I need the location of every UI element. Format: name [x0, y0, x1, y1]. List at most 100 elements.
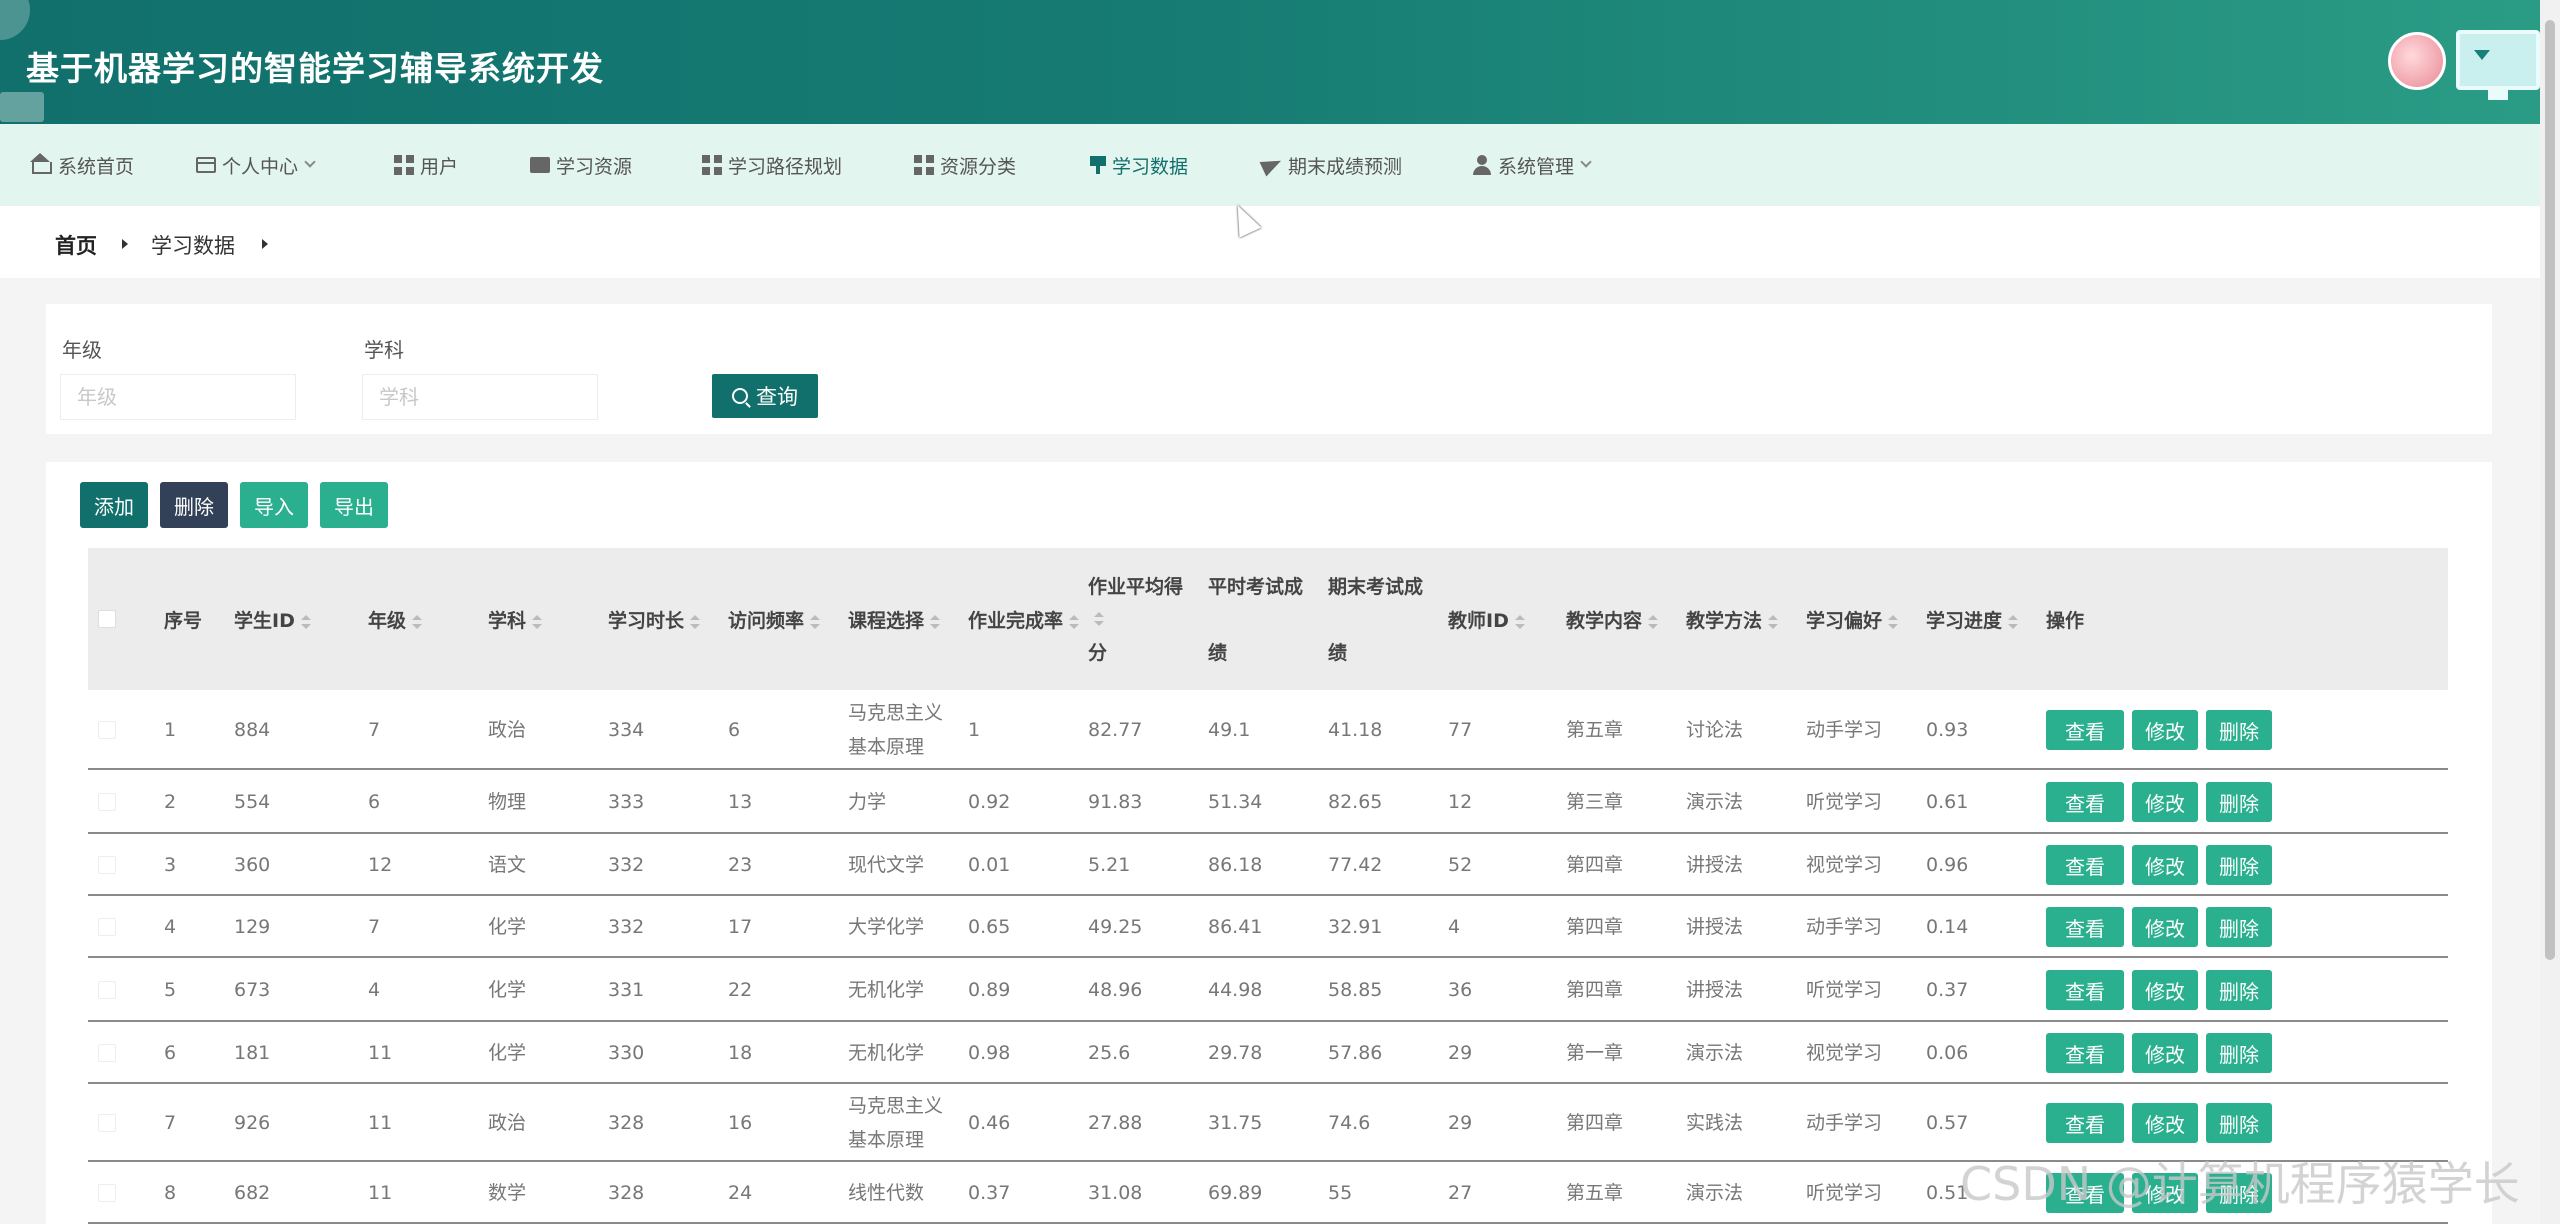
- sort-icon[interactable]: [1069, 614, 1080, 629]
- column-header-progress[interactable]: 学习进度: [1926, 606, 2019, 633]
- cell-final: 41.18: [1328, 719, 1383, 741]
- table-row[interactable]: 2 554 6 物理 333 13 力学 0.92 91.83 51.34 82.65 12 第三章 演示…: [88, 770, 2448, 834]
- column-header-student_id[interactable]: 学生ID: [234, 606, 311, 633]
- sort-icon[interactable]: [1888, 614, 1899, 629]
- column-header-grade[interactable]: 年级: [368, 606, 423, 633]
- cell-preference: 动手学习: [1806, 916, 1883, 938]
- sort-icon[interactable]: [930, 614, 941, 629]
- batch-delete-button[interactable]: 删除: [160, 482, 228, 528]
- cell-method: 讲授法: [1686, 916, 1744, 938]
- cell-progress: 0.96: [1926, 854, 1969, 876]
- row-checkbox[interactable]: [98, 721, 116, 739]
- delete-row-button[interactable]: 删除: [2206, 710, 2272, 750]
- column-header-subject[interactable]: 学科: [488, 606, 543, 633]
- edit-row-button[interactable]: 修改: [2132, 710, 2198, 750]
- edit-row-button[interactable]: 修改: [2132, 907, 2198, 947]
- edit-row-button[interactable]: 修改: [2132, 845, 2198, 885]
- sort-icon[interactable]: [810, 614, 821, 629]
- cell-method: 实践法: [1686, 1112, 1744, 1134]
- table-row[interactable]: 5 673 4 化学 331 22 无机化学 0.89 48.96 44.98 58.85 36 第四章…: [88, 958, 2448, 1022]
- sort-icon[interactable]: [1514, 614, 1525, 629]
- column-header-preference[interactable]: 学习偏好: [1806, 606, 1899, 633]
- sort-icon[interactable]: [1768, 614, 1779, 629]
- table-row[interactable]: 3 360 12 语文 332 23 现代文学 0.01 5.21 86.18 77.42 52 第四章…: [88, 834, 2448, 896]
- delete-row-button[interactable]: 删除: [2206, 1033, 2272, 1073]
- edit-row-button[interactable]: 修改: [2132, 970, 2198, 1010]
- column-header-label: 教学内容: [1566, 610, 1643, 632]
- column-header-hw_rate[interactable]: 作业完成率: [968, 606, 1080, 633]
- cell-hw-rate: 0.89: [968, 979, 1011, 1001]
- row-checkbox[interactable]: [98, 856, 116, 874]
- sort-icon[interactable]: [1648, 614, 1659, 629]
- delete-row-button[interactable]: 删除: [2206, 845, 2272, 885]
- nav-item-4[interactable]: 学习路径规划: [702, 124, 842, 206]
- table-row[interactable]: 1 884 7 政治 334 6 马克思主义 基本原理 1 82.77 49.1 41.18 77 第五章…: [88, 690, 2448, 770]
- column-header-label: 序号: [164, 610, 203, 632]
- view-row-button[interactable]: 查看: [2046, 845, 2124, 885]
- view-row-button[interactable]: 查看: [2046, 907, 2124, 947]
- select-all-checkbox[interactable]: [98, 610, 116, 628]
- delete-row-button[interactable]: 删除: [2206, 970, 2272, 1010]
- cell-progress: 0.14: [1926, 916, 1969, 938]
- sort-icon[interactable]: [412, 614, 423, 629]
- nav-item-8[interactable]: 系统管理: [1472, 124, 1592, 206]
- breadcrumb-current: 学习数据: [151, 234, 235, 258]
- column-header-teacher_id[interactable]: 教师ID: [1448, 606, 1525, 633]
- query-button[interactable]: 查询: [712, 374, 818, 418]
- sort-icon[interactable]: [2008, 614, 2019, 629]
- row-checkbox[interactable]: [98, 793, 116, 811]
- column-header-hw_avg[interactable]: 作业平均得: [1088, 572, 1183, 599]
- view-row-button[interactable]: 查看: [2046, 970, 2124, 1010]
- column-header-course[interactable]: 课程选择: [848, 606, 941, 633]
- view-row-button[interactable]: 查看: [2046, 710, 2124, 750]
- table-row[interactable]: 6 181 11 化学 330 18 无机化学 0.98 25.6 29.78 57.86 29 第一章…: [88, 1022, 2448, 1084]
- cell-hw-avg: 82.77: [1088, 719, 1143, 741]
- column-header-visit_freq[interactable]: 访问频率: [728, 606, 821, 633]
- scrollbar[interactable]: [2540, 0, 2560, 1224]
- export-button[interactable]: 导出: [320, 482, 388, 528]
- subject-input[interactable]: [362, 374, 598, 420]
- plane-icon: [1262, 155, 1282, 175]
- delete-row-button[interactable]: 删除: [2206, 782, 2272, 822]
- view-row-button[interactable]: 查看: [2046, 782, 2124, 822]
- cell-hw-avg: 48.96: [1088, 979, 1143, 1001]
- row-checkbox[interactable]: [98, 918, 116, 936]
- add-button[interactable]: 添加: [80, 482, 148, 528]
- edit-row-button[interactable]: 修改: [2132, 1033, 2198, 1073]
- nav-item-6[interactable]: 学习数据: [1090, 124, 1188, 206]
- nav-item-0[interactable]: 系统首页: [30, 124, 134, 206]
- row-checkbox[interactable]: [98, 1114, 116, 1132]
- nav-item-3[interactable]: 学习资源: [530, 124, 632, 206]
- avatar[interactable]: [2388, 32, 2446, 90]
- column-header-mid[interactable]: 平时考试成: [1208, 572, 1303, 599]
- row-checkbox[interactable]: [98, 981, 116, 999]
- row-checkbox[interactable]: [98, 1044, 116, 1062]
- column-header-study_time[interactable]: 学习时长: [608, 606, 701, 633]
- cell-mid: 86.18: [1208, 854, 1263, 876]
- row-checkbox[interactable]: [98, 1184, 116, 1202]
- column-header-final[interactable]: 期末考试成: [1328, 572, 1423, 599]
- sort-icon[interactable]: [532, 614, 543, 629]
- view-row-button[interactable]: 查看: [2046, 1103, 2124, 1143]
- edit-row-button[interactable]: 修改: [2132, 1103, 2198, 1143]
- column-header-method[interactable]: 教学方法: [1686, 606, 1779, 633]
- delete-row-button[interactable]: 删除: [2206, 1103, 2272, 1143]
- nav-item-2[interactable]: 用户: [394, 124, 458, 206]
- delete-row-button[interactable]: 删除: [2206, 907, 2272, 947]
- scroll-thumb[interactable]: [2545, 20, 2555, 960]
- sort-icon[interactable]: [300, 614, 311, 629]
- view-row-button[interactable]: 查看: [2046, 1033, 2124, 1073]
- nav-item-5[interactable]: 资源分类: [914, 124, 1016, 206]
- cell-student-id: 129: [234, 916, 271, 938]
- table-row[interactable]: 4 129 7 化学 332 17 大学化学 0.65 49.25 86.41 32.91 4 第四章 讲…: [88, 896, 2448, 958]
- nav-item-1[interactable]: 个人中心: [196, 124, 316, 206]
- breadcrumb-home[interactable]: 首页: [55, 230, 97, 260]
- cell-index: 7: [164, 1112, 177, 1134]
- import-button[interactable]: 导入: [240, 482, 308, 528]
- nav-item-7[interactable]: 期末成绩预测: [1262, 124, 1402, 206]
- edit-row-button[interactable]: 修改: [2132, 782, 2198, 822]
- sort-icon[interactable]: [690, 614, 701, 629]
- grade-input[interactable]: [60, 374, 296, 420]
- sort-icon[interactable]: [1094, 612, 1104, 626]
- column-header-content[interactable]: 教学内容: [1566, 606, 1659, 633]
